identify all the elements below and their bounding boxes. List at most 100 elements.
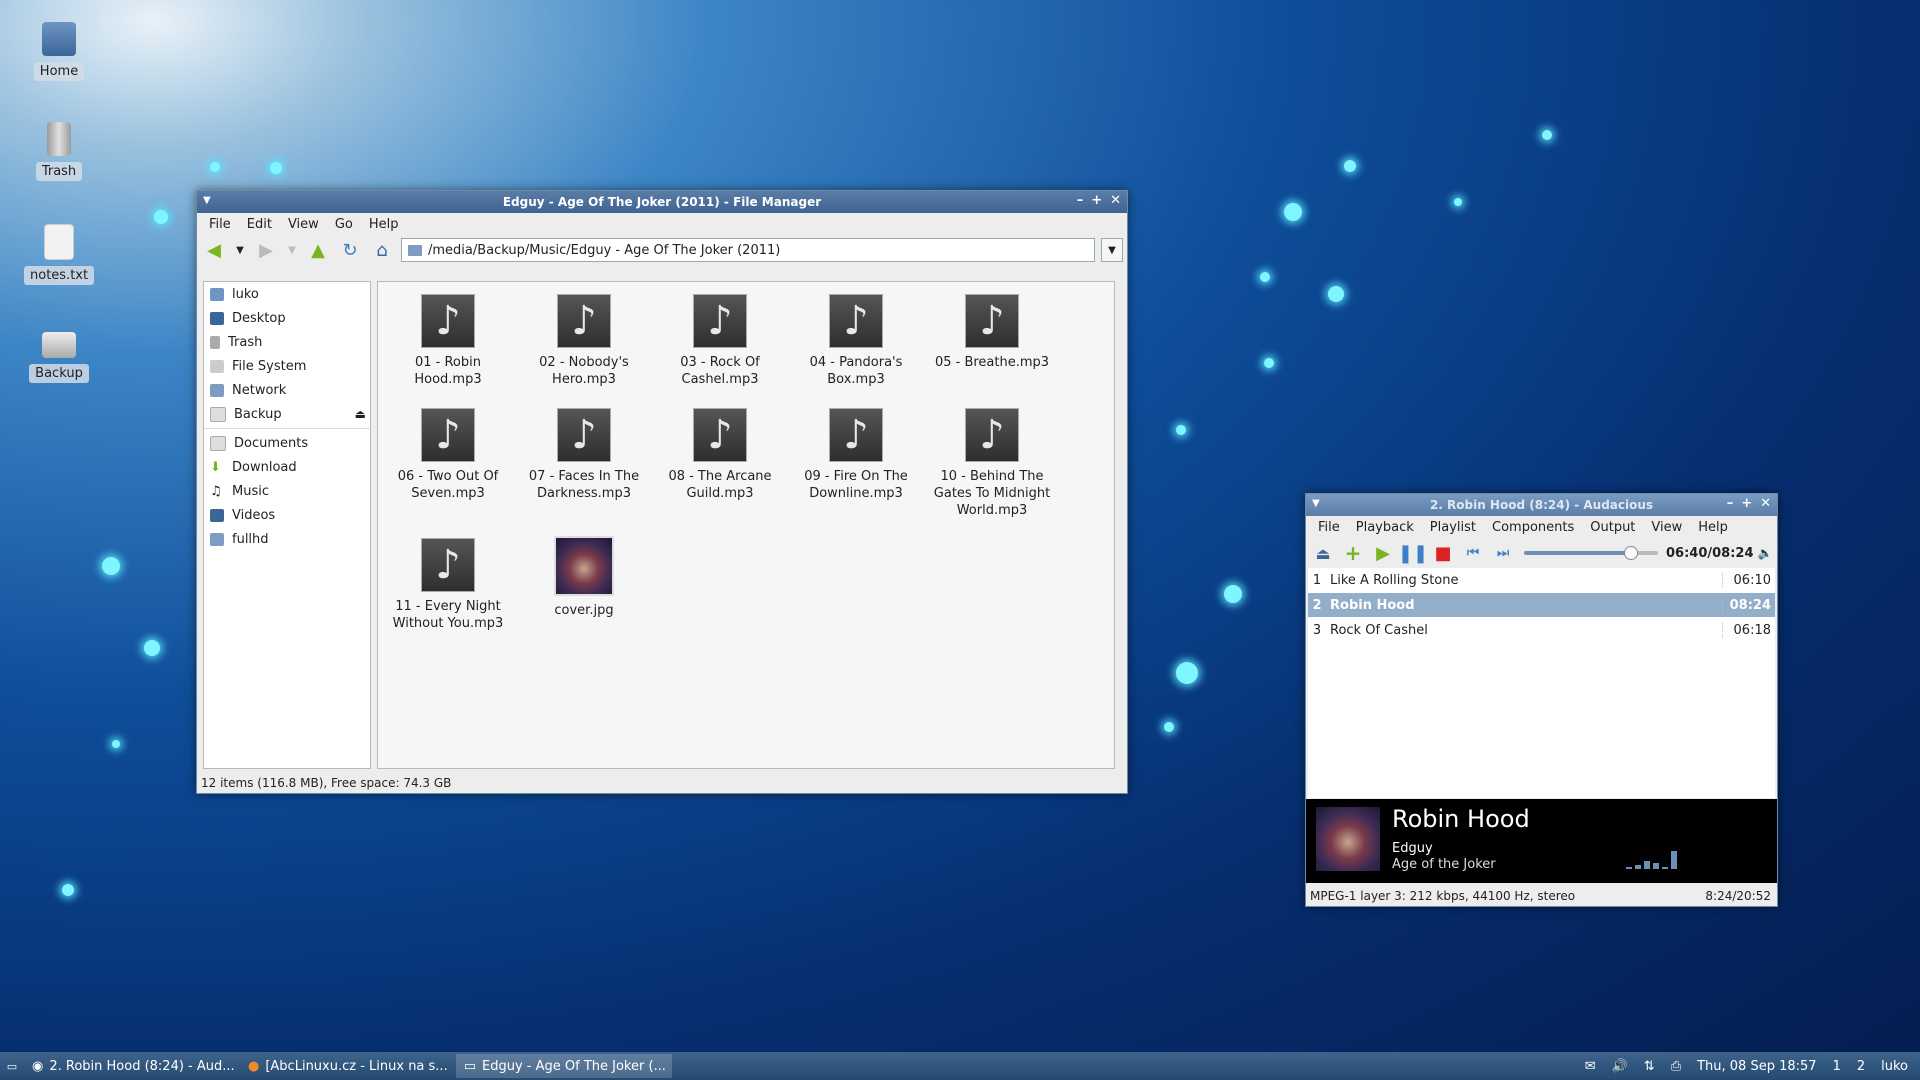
sidebar-item-videos[interactable]: Videos — [204, 503, 370, 527]
menu-file[interactable]: File — [1310, 520, 1348, 535]
maximize-icon[interactable]: + — [1741, 496, 1752, 511]
window-menu-icon[interactable]: ▼ — [203, 195, 211, 206]
location-dropdown-icon[interactable]: ▼ — [1101, 238, 1123, 262]
file-item[interactable]: ♪ 03 - Rock Of Cashel.mp3 — [652, 294, 788, 388]
back-arrow-icon[interactable]: ◀ — [201, 238, 227, 262]
printer-icon[interactable]: ⎙ — [1671, 1059, 1681, 1074]
home-icon[interactable]: ⌂ — [369, 238, 395, 262]
show-desktop-icon[interactable]: ▭ — [0, 1060, 24, 1073]
reload-icon[interactable]: ↻ — [337, 238, 363, 262]
sidebar-item-backup[interactable]: Backup ⏏ — [204, 402, 370, 426]
sidebar-item-documents[interactable]: Documents — [204, 431, 370, 455]
maximize-icon[interactable]: + — [1091, 193, 1102, 208]
task-browser[interactable]: ● [AbcLinuxu.cz - Linux na s... — [240, 1054, 456, 1078]
play-icon[interactable]: ▶ — [1370, 541, 1396, 565]
seek-slider-handle[interactable] — [1623, 546, 1638, 560]
volume-icon[interactable]: 🔈 — [1758, 546, 1773, 560]
task-file-manager[interactable]: ▭ Edguy - Age Of The Joker (... — [455, 1054, 672, 1078]
file-item[interactable]: ♪ 05 - Breathe.mp3 — [924, 294, 1060, 371]
status-bar: 12 items (116.8 MB), Free space: 74.3 GB — [197, 773, 1127, 793]
volume-icon[interactable]: 🔊 — [1612, 1059, 1628, 1074]
seek-slider[interactable] — [1524, 546, 1658, 560]
playlist-row-selected[interactable]: 2 Robin Hood 08:24 — [1308, 593, 1775, 618]
file-item-cover[interactable]: cover.jpg — [516, 536, 652, 619]
menu-go[interactable]: Go — [327, 217, 361, 232]
network-icon[interactable]: ⇅ — [1644, 1059, 1655, 1074]
next-icon[interactable]: ⏭ — [1490, 541, 1516, 565]
up-arrow-icon[interactable]: ▲ — [305, 238, 331, 262]
folder-icon — [210, 532, 224, 546]
music-file-icon: ♪ — [557, 408, 611, 462]
minimize-icon[interactable]: – — [1077, 193, 1084, 208]
desktop-icon-backup[interactable]: Backup — [24, 326, 94, 383]
sidebar-item-file-system[interactable]: File System — [204, 354, 370, 378]
menu-view[interactable]: View — [1643, 520, 1690, 535]
file-item[interactable]: ♪ 10 - Behind The Gates To Midnight World… — [924, 408, 1060, 519]
stop-icon[interactable]: ■ — [1430, 541, 1456, 565]
music-file-icon: ♪ — [693, 294, 747, 348]
file-item[interactable]: ♪ 02 - Nobody's Hero.mp3 — [516, 294, 652, 388]
sidebar-item-luko[interactable]: luko — [204, 282, 370, 306]
file-item[interactable]: ♪ 09 - Fire On The Downline.mp3 — [788, 408, 924, 502]
audacious-menubar: File Playback Playlist Components Output… — [1306, 516, 1777, 538]
back-history-dropdown-icon[interactable]: ▼ — [233, 238, 247, 262]
music-file-icon: ♪ — [965, 408, 1019, 462]
sidebar-item-desktop[interactable]: Desktop — [204, 306, 370, 330]
playlist-row[interactable]: 3 Rock Of Cashel 06:18 — [1308, 618, 1775, 643]
pause-icon[interactable]: ❚❚ — [1398, 541, 1428, 565]
menu-playlist[interactable]: Playlist — [1422, 520, 1484, 535]
folder-icon — [210, 435, 226, 451]
now-playing-album: Age of the Joker — [1392, 857, 1496, 872]
user-name[interactable]: luko — [1881, 1059, 1908, 1074]
file-manager-titlebar[interactable]: ▼ Edguy - Age Of The Joker (2011) - File… — [197, 191, 1127, 213]
menubar: File Edit View Go Help — [197, 213, 1127, 235]
menu-help[interactable]: Help — [361, 217, 407, 232]
network-icon — [210, 383, 224, 397]
sidebar-item-fullhd[interactable]: fullhd — [204, 527, 370, 551]
mail-icon[interactable]: ✉ — [1585, 1059, 1596, 1074]
audacious-window: ▼ 2. Robin Hood (8:24) - Audacious – + ✕… — [1305, 493, 1778, 907]
sidebar-item-music[interactable]: ♫ Music — [204, 479, 370, 503]
desktop-icon-home[interactable]: Home — [24, 22, 94, 81]
menu-edit[interactable]: Edit — [239, 217, 280, 232]
window-menu-icon[interactable]: ▼ — [1312, 498, 1320, 509]
previous-icon[interactable]: ⏮ — [1460, 541, 1486, 565]
sidebar-item-download[interactable]: ⬇ Download — [204, 455, 370, 479]
workspace-2[interactable]: 2 — [1857, 1059, 1865, 1074]
forward-history-dropdown-icon[interactable]: ▼ — [285, 238, 299, 262]
menu-view[interactable]: View — [280, 217, 327, 232]
file-item[interactable]: ♪ 01 - Robin Hood.mp3 — [380, 294, 516, 388]
file-item[interactable]: ♪ 08 - The Arcane Guild.mp3 — [652, 408, 788, 502]
music-file-icon: ♪ — [693, 408, 747, 462]
playlist-row[interactable]: 1 Like A Rolling Stone 06:10 — [1308, 568, 1775, 593]
menu-output[interactable]: Output — [1582, 520, 1643, 535]
now-playing-title: Robin Hood — [1392, 805, 1530, 833]
add-icon[interactable]: + — [1340, 541, 1366, 565]
workspace-1[interactable]: 1 — [1833, 1059, 1841, 1074]
file-item[interactable]: ♪ 06 - Two Out Of Seven.mp3 — [380, 408, 516, 502]
clock[interactable]: Thu, 08 Sep 18:57 — [1697, 1059, 1816, 1074]
file-item[interactable]: ♪ 07 - Faces In The Darkness.mp3 — [516, 408, 652, 502]
task-audacious[interactable]: ◉ 2. Robin Hood (8:24) - Aud... — [24, 1054, 240, 1078]
open-icon[interactable]: ⏏ — [1310, 541, 1336, 565]
audacious-titlebar[interactable]: ▼ 2. Robin Hood (8:24) - Audacious – + ✕ — [1306, 494, 1777, 516]
download-icon: ⬇ — [210, 459, 221, 475]
file-item[interactable]: ♪ 11 - Every Night Without You.mp3 — [380, 538, 516, 632]
sidebar-item-network[interactable]: Network — [204, 378, 370, 402]
close-icon[interactable]: ✕ — [1110, 193, 1121, 208]
location-bar[interactable]: /media/Backup/Music/Edguy - Age Of The J… — [401, 238, 1095, 262]
music-file-icon: ♪ — [421, 294, 475, 348]
sidebar-item-trash[interactable]: Trash — [204, 330, 370, 354]
eject-icon[interactable]: ⏏ — [355, 407, 366, 421]
desktop-icon-notes[interactable]: notes.txt — [24, 224, 95, 285]
file-item[interactable]: ♪ 04 - Pandora's Box.mp3 — [788, 294, 924, 388]
forward-arrow-icon[interactable]: ▶ — [253, 238, 279, 262]
desktop-icon-trash[interactable]: Trash — [24, 122, 94, 181]
sidebar-separator — [204, 428, 370, 429]
menu-file[interactable]: File — [201, 217, 239, 232]
menu-components[interactable]: Components — [1484, 520, 1582, 535]
minimize-icon[interactable]: – — [1727, 496, 1734, 511]
menu-help[interactable]: Help — [1690, 520, 1736, 535]
close-icon[interactable]: ✕ — [1760, 496, 1771, 511]
menu-playback[interactable]: Playback — [1348, 520, 1422, 535]
